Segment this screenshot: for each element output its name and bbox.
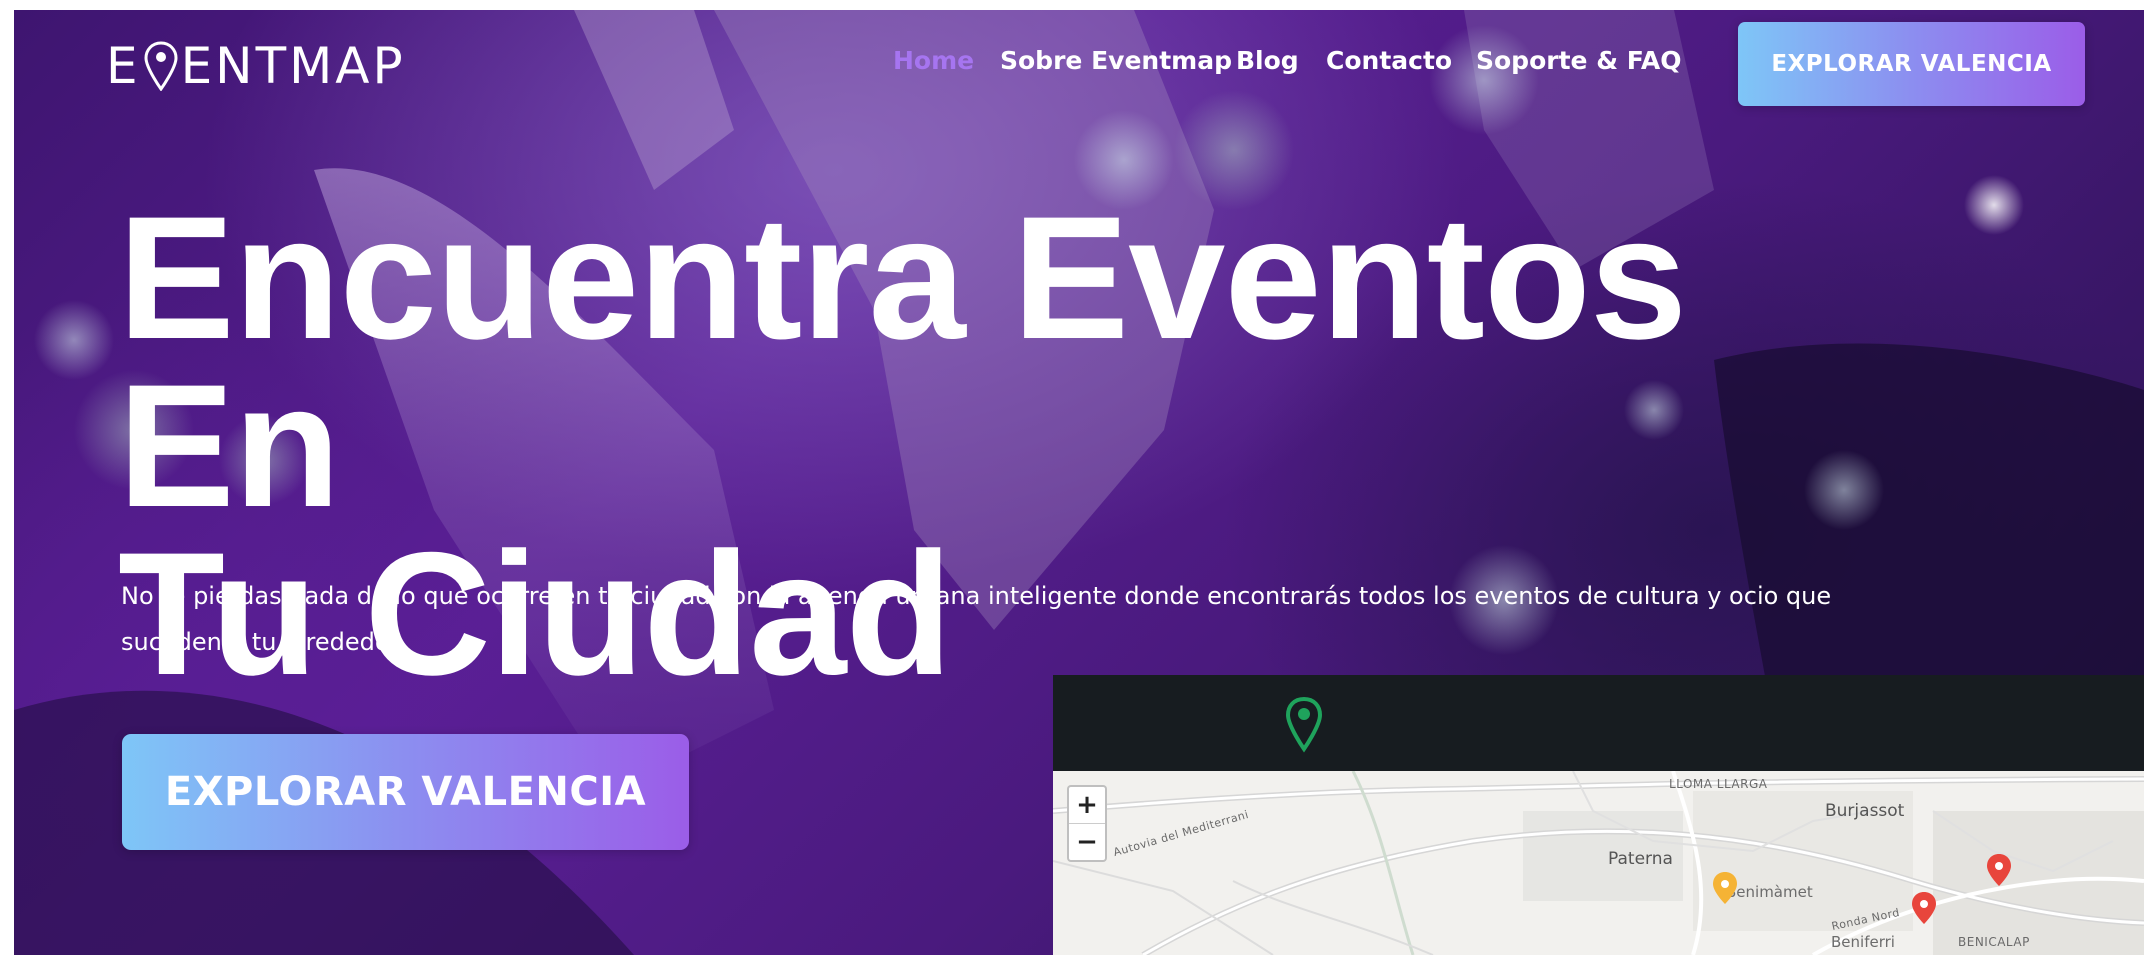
map-label-lloma-llarga: LLOMA LLARGA (1669, 777, 1768, 791)
event-marker-red[interactable] (1911, 891, 1937, 925)
nav-item-blog[interactable]: Blog (1236, 46, 1299, 75)
zoom-out-button[interactable]: − (1069, 823, 1105, 860)
hero-headline-line-1: Encuentra Eventos En (118, 181, 1687, 544)
event-marker-red[interactable] (1986, 853, 2012, 887)
zoom-in-button[interactable]: + (1069, 787, 1105, 823)
map-label-benimamet: Benimàmet (1726, 883, 1813, 901)
hero-subtitle: No te pierdas nada de lo que ocurre en t… (121, 582, 1832, 656)
logo-letter-e: E (106, 37, 141, 95)
map-preview-window: + − LLOMA LLARGA Burjassot Paterna Benim… (1053, 675, 2144, 955)
nav-item-home[interactable]: Home (893, 46, 974, 75)
explorar-valencia-hero-button[interactable]: EXPLORAR VALENCIA (122, 734, 689, 850)
nav-item-contacto[interactable]: Contacto (1326, 46, 1452, 75)
map-label-burjassot: Burjassot (1825, 801, 1905, 821)
eventmap-logo[interactable]: E ENTMAP (106, 36, 406, 96)
map-label-paterna: Paterna (1608, 849, 1673, 869)
nav-item-soporte-faq[interactable]: Soporte & FAQ (1476, 46, 1682, 75)
logo-rest: ENTMAP (180, 37, 406, 95)
map-label-beniferri: Beniferri (1831, 933, 1895, 951)
location-pin-icon (144, 41, 178, 91)
eventmap-green-logo-icon[interactable] (1283, 695, 1325, 753)
map-canvas[interactable]: + − LLOMA LLARGA Burjassot Paterna Benim… (1053, 771, 2144, 955)
map-streets (1053, 771, 2144, 955)
map-app-topbar (1053, 675, 2144, 771)
explorar-valencia-nav-button[interactable]: EXPLORAR VALENCIA (1738, 22, 2085, 106)
map-zoom-control: + − (1067, 785, 1107, 862)
event-marker-yellow[interactable] (1712, 871, 1738, 905)
map-label-benicalap: BENICALAP (1958, 935, 2030, 949)
nav-item-sobre-eventmap[interactable]: Sobre Eventmap (1000, 46, 1232, 75)
